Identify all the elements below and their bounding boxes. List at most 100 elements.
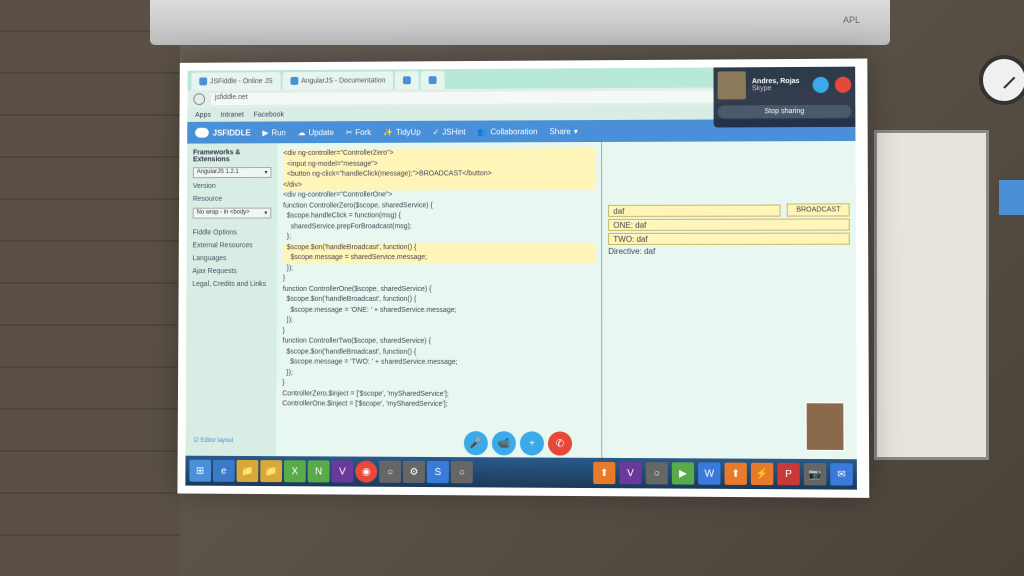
editor-layout-link[interactable]: ☑ Editor layout: [193, 437, 233, 444]
caller-sub: Skype: [752, 85, 807, 92]
call-controls: 🎤 📹 + ✆: [464, 431, 572, 456]
code-line: function ControllerZero($scope, sharedSe…: [283, 200, 595, 211]
jsfiddle-logo[interactable]: JSFIDDLE: [195, 128, 251, 138]
end-call-button[interactable]: ✆: [548, 431, 572, 455]
code-line: </div>: [283, 179, 595, 190]
desktop: JSFiddle - Online JS AngularJS - Documen…: [185, 67, 857, 490]
code-line: $scope.$on('handleBroadcast', function()…: [283, 295, 596, 306]
sidebar-section[interactable]: Fiddle Options: [193, 226, 272, 239]
mail-icon[interactable]: ✉: [830, 463, 853, 485]
message-input[interactable]: daf: [608, 204, 781, 216]
tab-icon: [403, 76, 411, 84]
code-line: <div ng-controller="ControllerOne">: [283, 190, 595, 201]
cloud-icon: [195, 128, 209, 138]
sidebar-section[interactable]: Legal, Credits and Links: [192, 278, 271, 291]
tab-label: AngularJS - Documentation: [301, 77, 385, 84]
jshint-button[interactable]: ✓ JSHint: [433, 127, 466, 136]
browser-tab[interactable]: [395, 71, 419, 89]
result-row: ONE: daf: [608, 218, 849, 230]
directive-output: Directive: daf: [608, 247, 655, 256]
sidebar-section[interactable]: Ajax Requests: [192, 265, 271, 278]
caller-avatar: [718, 71, 746, 99]
code-line: $scope.message = 'ONE: ' + sharedService…: [283, 305, 596, 316]
sidebar-section[interactable]: Languages: [192, 252, 271, 265]
sidebar-title: Frameworks & Extensions: [193, 149, 272, 163]
vs-icon[interactable]: V: [619, 462, 641, 484]
taskbar-icon[interactable]: ⚡: [751, 463, 773, 485]
fork-button[interactable]: ✂ Fork: [346, 128, 371, 137]
code-line: }: [283, 326, 596, 337]
chevron-down-icon: ▾: [265, 169, 268, 176]
tidy-button[interactable]: ✨ TidyUp: [383, 127, 421, 136]
broadcast-button[interactable]: BROADCAST: [787, 203, 850, 216]
result-output[interactable]: ONE: daf: [608, 218, 849, 230]
taskbar-icon[interactable]: ⚙: [403, 461, 425, 483]
sidebar-item[interactable]: Resource: [193, 193, 272, 206]
explorer-icon[interactable]: 📁: [237, 460, 259, 482]
skype-call-overlay: Andres, Rojas Skype Stop sharing: [714, 67, 856, 128]
mic-button[interactable]: 🎤: [464, 431, 488, 455]
bookmark-fb[interactable]: Facebook: [254, 111, 284, 118]
code-line: $scope.message = 'TWO: ' + sharedService…: [282, 358, 595, 369]
skype-header: Andres, Rojas Skype: [718, 71, 852, 100]
self-video-thumbnail[interactable]: [806, 402, 845, 451]
reload-icon[interactable]: [193, 93, 205, 105]
taskbar-icon[interactable]: ⬆: [593, 462, 615, 484]
wall-clock: [979, 55, 1024, 105]
add-button[interactable]: +: [520, 431, 544, 455]
result-row: Directive: daf: [608, 247, 850, 256]
word-icon[interactable]: W: [698, 462, 720, 484]
excel-icon[interactable]: X: [284, 460, 306, 482]
windows-taskbar: ⊞ e 📁 📁 X N V ◉ ○ ⚙ S ○ ⬆ V ○ ▶ W ⬆ ⚡ P …: [185, 456, 857, 490]
vs-icon[interactable]: V: [331, 460, 353, 482]
code-line: $scope.$on('handleBroadcast', function()…: [283, 242, 595, 253]
wall-sticker: [999, 180, 1024, 215]
powerpoint-icon[interactable]: P: [777, 463, 799, 485]
result-output[interactable]: TWO: daf: [608, 233, 850, 245]
code-line: function ControllerOne($scope, sharedSer…: [283, 284, 596, 295]
caller-info: Andres, Rojas Skype: [752, 78, 807, 92]
result-row: daf BROADCAST: [608, 203, 849, 217]
logo-text: JSFIDDLE: [213, 128, 251, 137]
folder-icon[interactable]: 📁: [260, 460, 282, 482]
onenote-icon[interactable]: N: [308, 460, 330, 482]
framework-select[interactable]: AngularJS 1.2.1▾: [193, 167, 272, 178]
share-button[interactable]: Share ▾: [549, 127, 577, 136]
bookmark-apps[interactable]: Apps: [195, 111, 211, 118]
code-line: }: [283, 274, 595, 285]
sidebar-item[interactable]: Version: [193, 180, 272, 193]
taskbar-icon[interactable]: ○: [451, 461, 473, 483]
bookmark-intranet[interactable]: Intranet: [221, 111, 244, 118]
code-line: $scope.$on('handleBroadcast', function()…: [282, 347, 595, 358]
skype-video-button[interactable]: [813, 77, 829, 93]
browser-tab[interactable]: [421, 71, 445, 89]
wrap-select[interactable]: No wrap - in <body>▾: [193, 208, 272, 219]
code-line: ControllerOne.$inject = ['$scope', 'mySh…: [282, 399, 595, 411]
taskbar-icon[interactable]: ○: [379, 461, 401, 483]
stop-sharing-button[interactable]: Stop sharing: [718, 105, 852, 119]
result-row: TWO: daf: [608, 233, 850, 245]
chevron-down-icon: ▾: [264, 210, 267, 217]
start-button[interactable]: ⊞: [189, 460, 211, 482]
browser-tab[interactable]: AngularJS - Documentation: [282, 71, 393, 89]
browser-tab[interactable]: JSFiddle - Online JS: [191, 72, 280, 90]
ie-icon[interactable]: e: [213, 460, 235, 482]
video-button[interactable]: 📹: [492, 431, 516, 455]
taskbar-icon[interactable]: ⬆: [725, 463, 747, 485]
tab-icon: [199, 77, 207, 85]
projector-screen: JSFiddle - Online JS AngularJS - Documen…: [177, 59, 869, 498]
taskbar-icon[interactable]: 📷: [804, 463, 827, 485]
projector-mount: [150, 0, 890, 45]
skype-hangup-button[interactable]: [835, 77, 851, 93]
taskbar-right: ⬆ V ○ ▶ W ⬆ ⚡ P 📷 ✉: [593, 462, 853, 486]
taskbar-icon[interactable]: ▶: [672, 462, 694, 484]
collab-button[interactable]: 👥 Collaboration: [478, 127, 538, 136]
chrome-icon[interactable]: ◉: [355, 461, 377, 483]
taskbar-icon[interactable]: ○: [646, 462, 668, 484]
brick-wall: [0, 0, 180, 576]
update-button[interactable]: ☁ Update: [298, 128, 334, 137]
skype-icon[interactable]: S: [427, 461, 449, 483]
sidebar-section[interactable]: External Resources: [192, 239, 271, 252]
run-button[interactable]: ▶ Run: [262, 128, 285, 137]
code-line: function ControllerTwo($scope, sharedSer…: [283, 337, 596, 348]
